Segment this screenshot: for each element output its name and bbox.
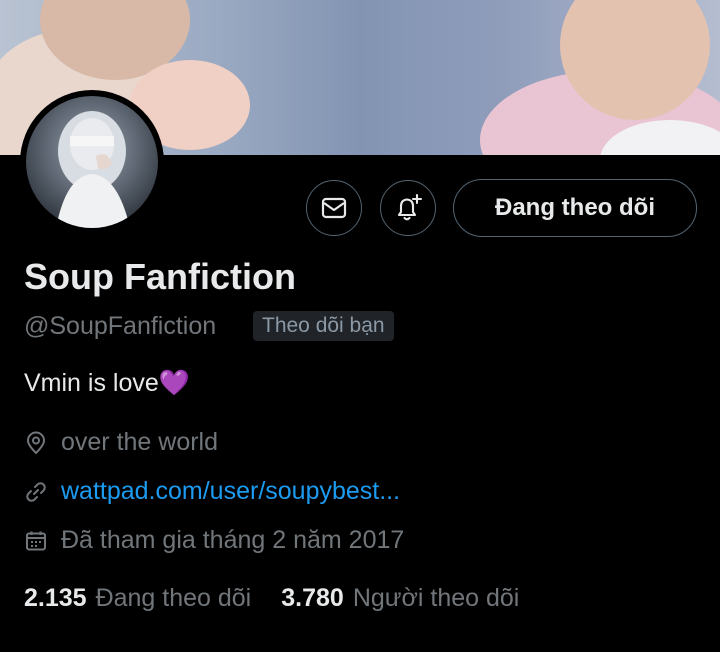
avatar-image [26, 96, 158, 228]
mail-icon [321, 197, 347, 219]
follows-you-badge: Theo dõi bạn [253, 311, 394, 341]
followers-count: 3.780 [281, 584, 344, 612]
website-row: wattpad.com/user/soupybest... [24, 477, 400, 506]
joined-date-text: Đã tham gia tháng 2 năm 2017 [61, 526, 405, 554]
following-label: Đang theo dõi [95, 584, 252, 612]
message-button[interactable] [306, 180, 362, 236]
bio-text: Vmin is love [24, 369, 159, 397]
notifications-button[interactable] [380, 180, 436, 236]
profile-name: Soup Fanfiction [24, 256, 296, 297]
followers-stat[interactable]: 3.780 Người theo dõi [281, 584, 519, 613]
profile-avatar[interactable] [20, 90, 164, 234]
follow-stats: 2.135 Đang theo dõi 3.780 Người theo dõi [24, 584, 549, 613]
bell-plus-icon [397, 193, 423, 221]
link-icon [26, 481, 46, 502]
profile-handle: @SoupFanfiction [24, 312, 217, 340]
calendar-icon [26, 531, 46, 550]
following-button[interactable]: Đang theo dõi [453, 179, 697, 237]
location-pin-icon [26, 431, 46, 454]
following-stat[interactable]: 2.135 Đang theo dõi [24, 584, 251, 613]
followers-label: Người theo dõi [352, 584, 520, 612]
following-count: 2.135 [24, 584, 87, 612]
location-text: over the world [61, 428, 219, 456]
location-row: over the world [24, 428, 218, 457]
purple-heart-icon: 💜 [158, 369, 190, 397]
website-link[interactable]: wattpad.com/user/soupybest... [61, 477, 400, 506]
joined-row: Đã tham gia tháng 2 năm 2017 [24, 526, 404, 555]
profile-bio: Vmin is love💜 [24, 369, 190, 398]
